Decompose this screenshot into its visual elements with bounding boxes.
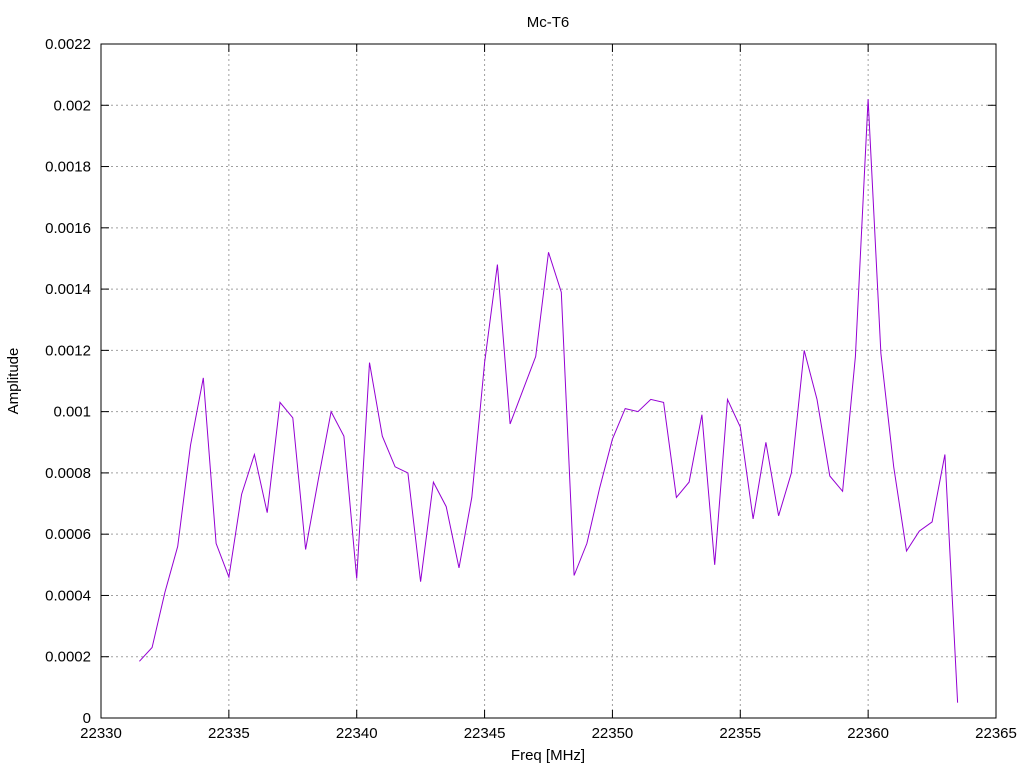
y-tick-label: 0.0018 — [45, 159, 91, 176]
grid-lines — [101, 44, 996, 718]
y-tick-label: 0.0016 — [45, 220, 91, 237]
chart-title: Mc-T6 — [527, 14, 570, 31]
chart-figure: 22330 22335 22340 22345 22350 22355 22360 22365… — [5, 14, 1017, 764]
y-axis-label: Amplitude — [5, 348, 22, 415]
y-tick-label: 0.0004 — [45, 587, 91, 604]
x-tick-label: 22365 — [975, 725, 1017, 742]
y-tick-label: 0.0008 — [45, 465, 91, 482]
series-layer — [139, 99, 959, 703]
y-tick-label: 0.002 — [53, 97, 91, 114]
x-tick-label: 22340 — [336, 725, 378, 742]
y-tick-label: 0.0014 — [45, 281, 91, 298]
series-line — [139, 99, 959, 703]
x-tick-label: 22350 — [592, 725, 634, 742]
x-tick-label: 22345 — [464, 725, 506, 742]
y-tick-label: 0.0006 — [45, 526, 91, 543]
axis-ticks — [100, 43, 997, 719]
x-tick-label: 22355 — [719, 725, 761, 742]
y-tick-label: 0.0012 — [45, 342, 91, 359]
x-tick-label: 22335 — [208, 725, 250, 742]
y-tick-labels: 0 0.0002 0.0004 0.0006 0.0008 0.001 0.0012 0.00… — [45, 36, 91, 727]
y-tick-label: 0.001 — [53, 404, 91, 421]
y-tick-label: 0 — [83, 710, 91, 727]
y-tick-label: 0.0002 — [45, 649, 91, 666]
x-axis-label: Freq [MHz] — [511, 747, 585, 764]
y-tick-label: 0.0022 — [45, 36, 91, 53]
x-tick-label: 22360 — [847, 725, 889, 742]
x-tick-label: 22330 — [80, 725, 122, 742]
x-tick-labels: 22330 22335 22340 22345 22350 22355 22360 22365 — [80, 725, 1017, 742]
plot-frame — [100, 43, 997, 719]
